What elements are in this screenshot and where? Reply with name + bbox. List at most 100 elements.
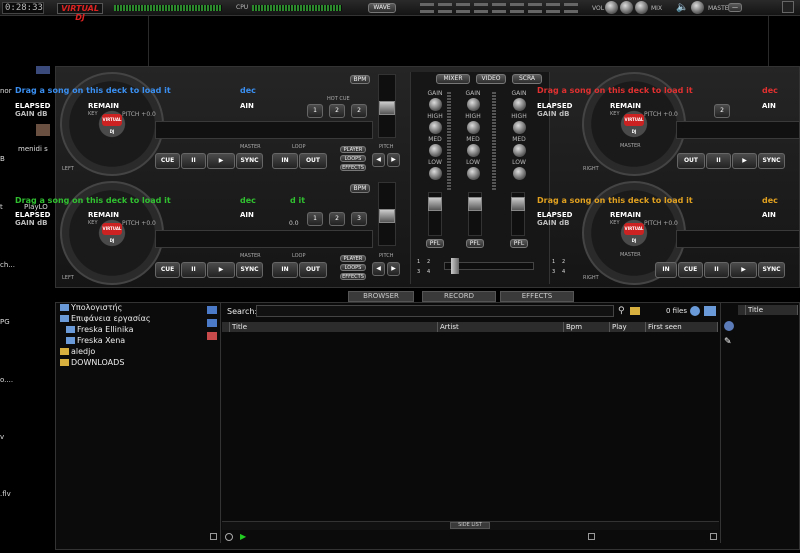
deck3-bpm-button[interactable]: BPM: [350, 184, 370, 193]
column-bpm[interactable]: Bpm: [564, 322, 610, 332]
gain-knob[interactable]: [428, 98, 442, 111]
gain-knob[interactable]: [512, 98, 526, 111]
deck3-in-button[interactable]: IN: [272, 262, 298, 278]
deck3-pause-button[interactable]: II: [181, 262, 206, 278]
column-play-count[interactable]: Play coun: [610, 322, 646, 332]
tab-record[interactable]: RECORD: [422, 291, 496, 302]
deck4-play-button[interactable]: ▶: [730, 262, 757, 278]
search-icon[interactable]: ⚲: [618, 306, 628, 316]
tree-item[interactable]: DOWNLOADS: [56, 358, 220, 369]
file-list[interactable]: [222, 332, 719, 520]
deck1-cue-button[interactable]: CUE: [155, 153, 180, 169]
deck1-player-tab[interactable]: PLAYER: [340, 146, 366, 153]
lock-icon[interactable]: [710, 533, 717, 540]
med-knob[interactable]: [428, 144, 442, 157]
side-list-button[interactable]: SIDE LIST: [450, 522, 490, 529]
tree-item[interactable]: Freska Ellinika: [56, 325, 220, 336]
deck1-bpm-button[interactable]: BPM: [350, 75, 370, 84]
column-first-seen[interactable]: First seen: [646, 322, 718, 332]
lock-icon[interactable]: [210, 533, 217, 540]
med-knob[interactable]: [512, 144, 526, 157]
deck3-pitch-down[interactable]: ◀: [372, 262, 385, 276]
search-input[interactable]: [256, 305, 614, 317]
low-knob[interactable]: [466, 167, 480, 180]
deck3-out-button[interactable]: OUT: [299, 262, 327, 278]
layout-switcher[interactable]: [420, 3, 580, 14]
deck4-sync-button[interactable]: SYNC: [758, 262, 785, 278]
deck4-pause-button[interactable]: II: [704, 262, 729, 278]
deck3-pitch-up[interactable]: ▶: [387, 262, 400, 276]
deck2-pause-button[interactable]: II: [706, 153, 731, 169]
pfl-button[interactable]: PFL: [466, 239, 484, 248]
column-handle[interactable]: [222, 322, 230, 332]
deck3-sync-button[interactable]: SYNC: [236, 262, 263, 278]
deck3-player-tab[interactable]: PLAYER: [340, 255, 366, 262]
mix-knob[interactable]: [635, 1, 648, 14]
low-knob[interactable]: [512, 167, 526, 180]
volume-knob[interactable]: [605, 1, 618, 14]
deck3-effects-tab[interactable]: EFFECTS: [340, 273, 366, 280]
tab-effects[interactable]: EFFECTS: [500, 291, 574, 302]
sync-icon[interactable]: [690, 306, 700, 316]
deck3-loops-tab[interactable]: LOOPS: [340, 264, 366, 271]
deck3-pitch-slider[interactable]: [378, 182, 396, 246]
deck1-in-button[interactable]: IN: [272, 153, 298, 169]
add-filter-icon[interactable]: [207, 319, 217, 327]
deck1-out-button[interactable]: OUT: [299, 153, 327, 169]
channel1-volume-fader[interactable]: [428, 192, 442, 236]
deck3-cue-button[interactable]: CUE: [155, 262, 180, 278]
deck3-play-button[interactable]: ▶: [207, 262, 235, 278]
deck2-hotcue-1[interactable]: 2: [714, 104, 730, 118]
close-icon[interactable]: [782, 1, 794, 13]
tree-item[interactable]: aledjo: [56, 347, 220, 358]
network-icon[interactable]: [704, 306, 716, 316]
crossfader[interactable]: [444, 258, 534, 274]
channel3-volume-fader[interactable]: [511, 192, 525, 236]
pin-icon[interactable]: ✎: [724, 337, 734, 347]
deck4-cue-button[interactable]: CUE: [678, 262, 703, 278]
video-tab[interactable]: VIDEO: [476, 74, 506, 84]
master-knob[interactable]: [691, 1, 704, 14]
scratch-tab[interactable]: SCRA: [512, 74, 542, 84]
low-knob[interactable]: [428, 167, 442, 180]
deck3-hotcue-1[interactable]: 1: [307, 212, 323, 226]
high-knob[interactable]: [466, 121, 480, 134]
speaker-icon[interactable]: 🔈: [676, 2, 688, 13]
column-artist[interactable]: Artist: [438, 322, 564, 332]
deck2-sync-button[interactable]: SYNC: [758, 153, 785, 169]
deck1-pause-button[interactable]: II: [181, 153, 206, 169]
deck1-hotcue-3[interactable]: 2: [351, 104, 367, 118]
tree-item[interactable]: Υπολογιστής: [56, 303, 220, 314]
deck1-play-button[interactable]: ▶: [207, 153, 235, 169]
deck1-pitch-slider[interactable]: [378, 74, 396, 138]
deck2-out-button[interactable]: OUT: [677, 153, 705, 169]
lock-icon[interactable]: [588, 533, 595, 540]
tab-browser[interactable]: BROWSER: [348, 291, 414, 302]
deck2-play-button[interactable]: ▶: [732, 153, 757, 169]
pfl-button[interactable]: PFL: [510, 239, 528, 248]
add-folder-icon[interactable]: [207, 306, 217, 314]
deck1-sync-button[interactable]: SYNC: [236, 153, 263, 169]
pfl-button[interactable]: PFL: [426, 239, 444, 248]
column-handle[interactable]: [738, 305, 746, 315]
med-knob[interactable]: [466, 144, 480, 157]
deck1-loops-tab[interactable]: LOOPS: [340, 155, 366, 162]
globe-icon[interactable]: [724, 321, 734, 331]
wave-button[interactable]: WAVE: [368, 3, 396, 13]
tree-item[interactable]: Freska Xena: [56, 336, 220, 347]
folder-icon[interactable]: [630, 307, 640, 315]
deck1-hotcue-1[interactable]: 1: [307, 104, 323, 118]
tree-item[interactable]: Επιφάνεια εργασίας: [56, 314, 220, 325]
gain-knob[interactable]: [466, 98, 480, 111]
play-icon[interactable]: ▶: [240, 533, 246, 541]
mixer-tab[interactable]: MIXER: [436, 74, 470, 84]
high-knob[interactable]: [428, 121, 442, 134]
deck1-pitch-up[interactable]: ▶: [387, 153, 400, 167]
high-knob[interactable]: [512, 121, 526, 134]
deck1-effects-tab[interactable]: EFFECTS: [340, 164, 366, 171]
column-title[interactable]: Title: [230, 322, 438, 332]
browser-options-icon[interactable]: [225, 533, 233, 541]
deck4-in-button[interactable]: IN: [655, 262, 677, 278]
side-column-title[interactable]: Title: [746, 305, 798, 315]
minimize-button[interactable]: —: [728, 3, 742, 12]
